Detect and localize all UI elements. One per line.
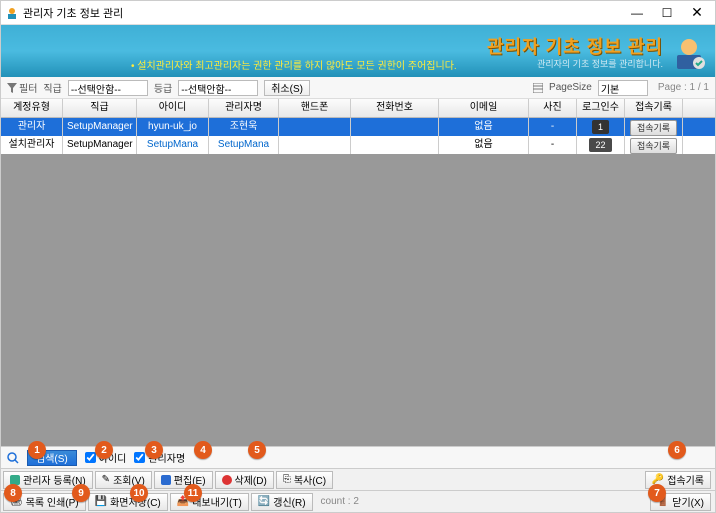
col-header[interactable]: 로그인수 [577,99,625,117]
grade-select[interactable]: --선택안함-- [178,80,258,96]
rank-label: 직급 [43,80,61,95]
col-header[interactable]: 아이디 [137,99,209,117]
table-row[interactable]: 관리자 SetupManager hyun-uk_jo 조현욱 없음 - 1 접… [1,118,715,136]
save-screen-button[interactable]: 💾화면저장(C) [88,493,168,511]
annotation-3: 3 [145,441,163,459]
col-header[interactable]: 이메일 [439,99,529,117]
cancel-filter-button[interactable]: 취소(S) [264,80,310,96]
access-log-button[interactable]: 접속기록 [630,138,677,154]
search-icon [7,452,19,464]
grid-header-row: 계정유형 직급 아이디 관리자명 핸드폰 전화번호 이메일 사진 로그인수 접속… [1,99,715,118]
window-controls: — ☐ ✕ [621,3,711,23]
annotation-8: 8 [4,484,22,502]
banner-manager-icon [671,35,707,71]
minimize-button[interactable]: — [623,3,651,23]
banner-warning: • 설치관리자와 최고관리자는 권한 관리를 하지 않아도 모든 권한이 주어집… [131,57,457,72]
maximize-button[interactable]: ☐ [653,3,681,23]
refresh-button[interactable]: 🔄갱신(R) [251,493,313,511]
data-grid: 계정유형 직급 아이디 관리자명 핸드폰 전화번호 이메일 사진 로그인수 접속… [1,99,715,446]
annotation-11: 11 [184,484,202,502]
export-button[interactable]: 📤내보내기(T) [170,493,249,511]
filter-label: 필터 [7,80,37,95]
annotation-4: 4 [194,441,212,459]
delete-button[interactable]: 삭제(D) [215,471,274,489]
chk-name[interactable] [134,452,145,463]
pencil-icon: ✎ [102,474,110,485]
filter-icon [7,83,17,93]
filter-bar: 필터 직급 --선택안함-- 등급 --선택안함-- 취소(S) PageSiz… [1,77,715,99]
access-log-button[interactable]: 접속기록 [630,120,677,136]
close-button[interactable]: ✕ [683,3,711,23]
copy-icon: ⎘ [283,474,291,485]
banner-subtitle: 관리자의 기초 정보를 관리합니다. [537,57,663,70]
main-window: 관리자 기초 정보 관리 — ☐ ✕ • 설치관리자와 최고관리자는 권한 관리… [0,0,716,513]
refresh-icon: 🔄 [258,496,270,507]
header-banner: • 설치관리자와 최고관리자는 권한 관리를 하지 않아도 모든 권한이 주어집… [1,25,715,77]
col-header[interactable]: 계정유형 [1,99,63,117]
annotation-10: 10 [130,484,148,502]
banner-title: 관리자 기초 정보 관리 [487,33,663,59]
col-header[interactable]: 전화번호 [351,99,439,117]
rank-select[interactable]: --선택안함-- [68,80,148,96]
grade-label: 등급 [154,80,172,95]
annotation-6: 6 [668,441,686,459]
pagesize-select[interactable]: 기본 [598,80,648,96]
annotation-5: 5 [248,441,266,459]
titlebar: 관리자 기초 정보 관리 — ☐ ✕ [1,1,715,25]
pagesize-label: PageSize [549,82,592,93]
login-count: 22 [589,138,611,152]
row-count: count : 2 [321,496,359,507]
annotation-9: 9 [72,484,90,502]
login-count: 1 [592,120,609,134]
chk-id[interactable] [85,452,96,463]
window-title: 관리자 기초 정보 관리 [23,5,621,21]
annotation-1: 1 [28,441,46,459]
copy-button[interactable]: ⎘복사(C) [276,471,333,489]
annotation-2: 2 [95,441,113,459]
app-icon [5,6,19,20]
col-header[interactable]: 핸드폰 [279,99,351,117]
table-row[interactable]: 설치관리자 SetupManager SetupMana SetupMana 없… [1,136,715,154]
annotation-7: 7 [648,484,666,502]
toolbar-main: 관리자 등록(N) ✎조회(V) 편집(E) 삭제(D) ⎘복사(C) 🔑접속기… [1,468,715,490]
disk-icon: 💾 [95,496,107,507]
page-info: Page : 1 / 1 [658,82,709,93]
toolbar-secondary: 🖨목록 인쇄(P) 💾화면저장(C) 📤내보내기(T) 🔄갱신(R) count… [1,490,715,512]
col-header[interactable]: 관리자명 [209,99,279,117]
col-header[interactable]: 사진 [529,99,577,117]
col-header[interactable]: 접속기록 [625,99,683,117]
edit-button[interactable]: 편집(E) [154,471,213,489]
grid-body: 관리자 SetupManager hyun-uk_jo 조현욱 없음 - 1 접… [1,118,715,446]
col-header[interactable]: 직급 [63,99,137,117]
pagesize-icon [533,83,543,93]
